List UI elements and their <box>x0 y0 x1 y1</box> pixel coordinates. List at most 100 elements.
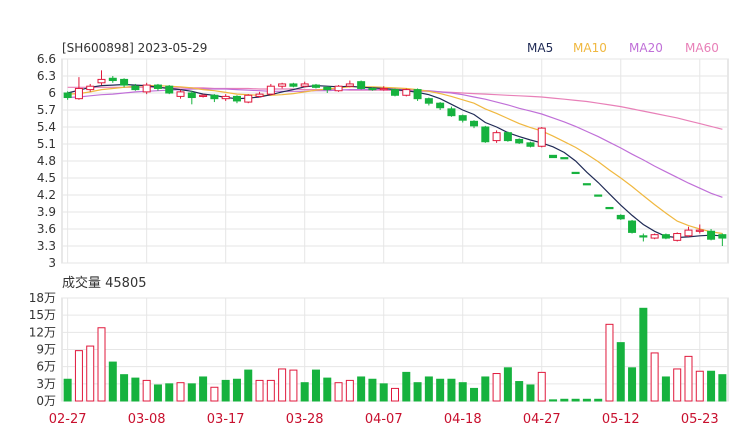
candle <box>571 171 580 175</box>
volume-bar <box>560 398 569 402</box>
candle-body <box>537 127 546 147</box>
candle <box>108 76 117 83</box>
candle-body <box>255 93 264 97</box>
volume-bar <box>165 383 174 402</box>
price-tick-label: 3.6 <box>37 222 56 236</box>
candle-body <box>311 84 320 88</box>
price-tick-label: 5.7 <box>37 103 56 117</box>
candle <box>244 94 253 104</box>
volume-bar <box>345 379 354 402</box>
candle-body <box>571 171 580 175</box>
candle-body <box>582 183 591 186</box>
price-tick-label: 6 <box>48 86 56 100</box>
candle <box>142 82 151 95</box>
candle-body <box>470 120 479 127</box>
candle <box>481 125 490 143</box>
candle-body <box>436 102 445 109</box>
candle-body <box>391 89 399 96</box>
volume-bar <box>684 355 693 402</box>
candle-body <box>605 206 614 210</box>
date-axis: 02-27 03-08 03-17 03-28 04-07 04-18 04-27 05-12… <box>49 412 719 427</box>
candle-body <box>74 87 83 100</box>
candle-body <box>199 94 208 97</box>
candle-body <box>345 83 354 87</box>
candle <box>549 154 558 159</box>
candle-body <box>402 89 411 96</box>
candle-body <box>120 78 129 86</box>
price-tick-label: 3.9 <box>37 205 56 219</box>
candle <box>300 81 309 88</box>
candle-body <box>323 86 332 91</box>
price-tick-label: 6.6 <box>37 52 56 66</box>
candle-body <box>424 98 433 104</box>
candle-body <box>639 235 648 238</box>
candle <box>391 88 399 97</box>
volume-bar <box>266 379 275 402</box>
candle <box>413 88 422 101</box>
price-tick-label: 3 <box>48 256 56 270</box>
candle <box>278 82 287 89</box>
date-tick-label: 05-12 <box>602 412 640 427</box>
price-tick-label: 4.2 <box>37 188 56 202</box>
candle-body <box>650 234 659 239</box>
date-tick-label: 04-07 <box>365 412 403 427</box>
candle <box>458 114 467 123</box>
candle <box>616 214 625 220</box>
volume-bar <box>537 371 546 402</box>
candle-body <box>526 142 535 147</box>
volume-bar <box>368 378 377 402</box>
volume-tick-label: 0万 <box>36 394 56 408</box>
volume-tick-label: 9万 <box>36 343 56 357</box>
candle-body <box>594 194 603 197</box>
candle <box>153 83 162 91</box>
candle <box>86 83 95 92</box>
candle-body <box>176 91 185 97</box>
candle <box>639 233 648 242</box>
candle <box>323 86 332 93</box>
candle-body <box>413 89 422 100</box>
candle <box>289 82 298 88</box>
candle <box>684 226 693 237</box>
candle <box>97 70 106 86</box>
volume-bar <box>470 387 479 402</box>
candle-body <box>289 83 298 87</box>
candle <box>424 97 433 106</box>
volume-bar <box>300 382 309 402</box>
candle <box>74 77 83 100</box>
candle <box>232 95 241 104</box>
candle-body <box>357 81 366 89</box>
volume-bar <box>458 382 467 402</box>
candle-body <box>673 233 682 241</box>
candle <box>221 94 230 101</box>
volume-bar <box>379 383 388 402</box>
volume-bar <box>402 371 411 402</box>
date-tick-label: 03-17 <box>207 412 245 427</box>
candle <box>63 91 72 100</box>
candle <box>515 138 524 144</box>
candle-body <box>97 78 106 84</box>
candle-body <box>165 85 174 94</box>
volume-bar <box>74 350 83 402</box>
candle <box>628 219 637 234</box>
candle-body <box>63 92 72 99</box>
candle <box>357 80 366 90</box>
volume-bar <box>413 382 422 402</box>
volume-bar <box>142 379 151 402</box>
candle <box>187 90 196 105</box>
price-tick-label: 3.3 <box>37 239 56 253</box>
volume-bar <box>289 369 298 402</box>
volume-tick-label: 6万 <box>36 360 56 374</box>
candle <box>266 83 275 96</box>
stock-code-date: [SH600898] 2023-05-29 <box>62 41 207 55</box>
candle <box>605 206 614 210</box>
candle-body <box>628 220 637 233</box>
price-tick-label: 4.8 <box>37 154 56 168</box>
volume-bar <box>255 379 264 402</box>
candle <box>436 102 445 110</box>
volume-tick-label: 3万 <box>36 377 56 391</box>
date-tick-label: 05-23 <box>681 412 719 427</box>
candle-body <box>616 214 625 220</box>
date-tick-label: 04-27 <box>523 412 561 427</box>
candle <box>334 85 343 92</box>
date-tick-label: 03-28 <box>286 412 324 427</box>
